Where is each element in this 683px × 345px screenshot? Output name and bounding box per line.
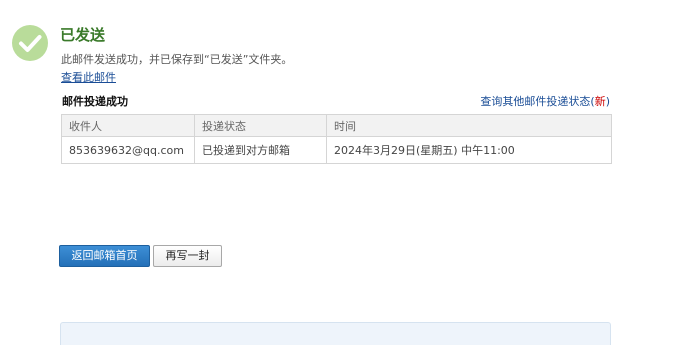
send-success-page: 已发送 此邮件发送成功，并已保存到“已发送”文件夹。 查看此邮件 邮件投递成功 … <box>0 0 683 345</box>
compose-another-button[interactable]: 再写一封 <box>153 245 222 267</box>
back-to-inbox-button[interactable]: 返回邮箱首页 <box>59 245 150 267</box>
delivery-status-table: 收件人 投递状态 时间 853639632@qq.com 已投递到对方邮箱 20… <box>61 114 612 164</box>
check-circle-icon <box>12 25 48 61</box>
header-delivery-status: 投递状态 <box>194 114 327 137</box>
delivery-status-title: 邮件投递成功 <box>62 95 128 108</box>
cell-delivery-status: 已投递到对方邮箱 <box>194 136 327 164</box>
success-description: 此邮件发送成功，并已保存到“已发送”文件夹。 <box>61 53 293 66</box>
header-time: 时间 <box>326 114 612 137</box>
new-badge: 新 <box>594 95 606 108</box>
info-panel <box>60 322 611 345</box>
page-title: 已发送 <box>60 26 106 44</box>
query-link-text: 查询其他邮件投递状态 <box>480 95 591 108</box>
view-mail-link[interactable]: 查看此邮件 <box>61 70 116 86</box>
table-header-row: 收件人 投递状态 时间 <box>61 114 612 137</box>
header-recipient: 收件人 <box>61 114 195 137</box>
cell-recipient: 853639632@qq.com <box>61 136 195 164</box>
cell-time: 2024年3月29日(星期五) 中午11:00 <box>326 136 612 164</box>
table-row: 853639632@qq.com 已投递到对方邮箱 2024年3月29日(星期五… <box>61 136 612 164</box>
query-link-close-paren: ) <box>605 95 610 108</box>
query-delivery-status-link[interactable]: 查询其他邮件投递状态(新) <box>480 94 610 110</box>
